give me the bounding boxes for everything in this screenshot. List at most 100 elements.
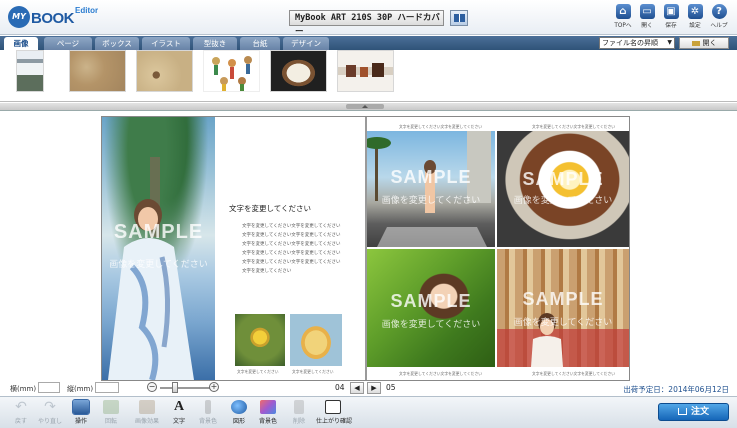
- tab-boxes[interactable]: ボックス: [95, 37, 139, 50]
- text-body-line[interactable]: 文字を変更してください文字を変更してください: [242, 232, 340, 238]
- rotate-button[interactable]: 回転: [97, 400, 125, 425]
- zoom-slider-track[interactable]: [160, 387, 210, 389]
- text-body-line[interactable]: 文字を変更してください文字を変更してください: [242, 250, 340, 256]
- panel-resize-bar[interactable]: [0, 103, 737, 111]
- order-button[interactable]: 注文: [658, 403, 729, 421]
- image-effect-button[interactable]: 画像効果: [133, 400, 161, 425]
- preview-button[interactable]: 仕上がり確認: [316, 400, 353, 425]
- save-button[interactable]: ▣ 保存: [661, 4, 681, 29]
- sample-watermark-sub: 画像を変更してください: [109, 260, 208, 270]
- text-bg-color-button[interactable]: 背景色: [194, 400, 222, 425]
- text-body-line[interactable]: 文字を変更してください文字を変更してください: [242, 259, 340, 265]
- width-input[interactable]: [38, 382, 60, 393]
- left-page[interactable]: SAMPLE 画像を変更してください 文字を変更してください 文字を変更してくだ…: [102, 117, 365, 380]
- top-button[interactable]: ⌂ TOPへ: [613, 4, 633, 29]
- help-label: ヘルプ: [710, 22, 728, 29]
- zoom-out-icon[interactable]: −: [147, 382, 157, 392]
- left-page-portrait-photo[interactable]: SAMPLE 画像を変更してください: [102, 117, 215, 380]
- background-color-icon: [260, 400, 276, 414]
- right-page-number: 05: [386, 383, 396, 392]
- tab-cutouts[interactable]: 型抜き: [193, 37, 237, 50]
- tab-design-mounts[interactable]: デザイン台紙: [283, 37, 329, 61]
- redo-icon: ↷: [44, 399, 56, 415]
- shape-label: 図形: [232, 418, 245, 425]
- thumbnail-beach-sand[interactable]: [136, 50, 193, 92]
- thumbnail-hula-illustrations[interactable]: [203, 50, 260, 92]
- text-body-line[interactable]: 文字を変更してください文字を変更してください: [242, 241, 340, 247]
- thumbnail-clock-tower[interactable]: [16, 50, 44, 92]
- right-page-street-photo[interactable]: SAMPLE 画像を変更してください: [367, 131, 495, 247]
- home-icon: ⌂: [615, 4, 631, 19]
- caption-text[interactable]: 文字を変更してください: [292, 369, 334, 375]
- settings-label: 設定: [689, 22, 701, 29]
- text-bg-color-icon: [205, 400, 211, 414]
- operate-label: 操作: [74, 418, 87, 425]
- zoom-in-icon[interactable]: +: [209, 382, 219, 392]
- logo-my-badge: MY: [8, 6, 30, 28]
- thumbnail-interior[interactable]: [337, 50, 394, 92]
- thumbnail-sand-texture[interactable]: [69, 50, 126, 92]
- shape-button[interactable]: 図形: [225, 400, 253, 425]
- tab-images[interactable]: 画像: [4, 37, 38, 50]
- height-label: 縦(mm): [67, 385, 94, 393]
- undo-label: 戻す: [14, 418, 27, 425]
- sample-watermark-sub: 画像を変更してください: [513, 318, 613, 328]
- caption-text[interactable]: 文字を変更してください文字を変更してください: [399, 124, 482, 130]
- sort-order-select[interactable]: ファイル名の昇順 ▼: [599, 37, 675, 49]
- preview-label: 仕上がり確認: [316, 418, 353, 425]
- tab-pages[interactable]: ページ: [44, 37, 92, 50]
- thumbnail-food-plate[interactable]: [270, 50, 327, 92]
- right-page[interactable]: 文字を変更してください文字を変更してください 文字を変更してください文字を変更し…: [367, 117, 629, 380]
- mybook-editor-logo[interactable]: MY BOOK Editor: [8, 6, 98, 28]
- sample-watermark: SAMPLE: [390, 167, 472, 187]
- collapse-handle-icon[interactable]: [346, 104, 384, 109]
- background-color-button[interactable]: 背景色: [254, 400, 282, 425]
- rotate-label: 回転: [104, 418, 117, 425]
- cart-icon: [677, 408, 687, 415]
- left-page-food-photo[interactable]: [290, 314, 342, 366]
- sort-order-value: ファイル名の昇順: [602, 39, 658, 47]
- help-button[interactable]: ? ヘルプ: [709, 4, 729, 29]
- trash-icon: [294, 400, 304, 414]
- logo-book-text: BOOK: [31, 10, 75, 27]
- open-file-button[interactable]: ▭ 開く: [637, 4, 657, 29]
- undo-button[interactable]: ↶ 戻す: [7, 400, 35, 425]
- text-body-line[interactable]: 文字を変更してください: [242, 268, 291, 274]
- right-page-leaf-portrait-photo[interactable]: SAMPLE 画像を変更してください: [367, 249, 495, 367]
- tab-mounts[interactable]: 台紙: [240, 37, 280, 50]
- top-button-label: TOPへ: [614, 22, 632, 29]
- redo-button[interactable]: ↷ やり直し: [36, 400, 64, 425]
- caption-text[interactable]: 文字を変更してください文字を変更してください: [532, 124, 615, 130]
- book-info-icon[interactable]: [450, 10, 468, 26]
- settings-button[interactable]: ✲ 設定: [685, 4, 705, 29]
- folder-icon: [691, 40, 700, 46]
- text-body-line[interactable]: 文字を変更してください文字を変更してください: [242, 223, 340, 229]
- text-icon: A: [173, 399, 185, 414]
- caption-text[interactable]: 文字を変更してください: [237, 369, 279, 375]
- shape-icon: [231, 400, 247, 414]
- gear-icon: ✲: [687, 4, 703, 19]
- sample-watermark-sub: 画像を変更してください: [513, 196, 613, 206]
- text-button[interactable]: A 文字: [165, 399, 193, 426]
- caption-text[interactable]: 文字を変更してください文字を変更してください: [399, 371, 482, 377]
- zoom-slider-handle[interactable]: [172, 382, 178, 393]
- header-toolbar: ⌂ TOPへ ▭ 開く ▣ 保存 ✲ 設定 ? ヘルプ: [613, 4, 729, 29]
- delete-button[interactable]: 削除: [285, 400, 313, 425]
- caption-text[interactable]: 文字を変更してください文字を変更してください: [532, 371, 615, 377]
- prev-page-button[interactable]: ◀: [350, 382, 364, 394]
- book-title-field[interactable]: MyBook ART 210S 30P ハードカバー: [289, 10, 444, 37]
- right-page-locomoco-photo[interactable]: SAMPLE 画像を変更してください: [497, 131, 629, 247]
- operate-button[interactable]: 操作: [67, 399, 95, 425]
- open-images-button[interactable]: 開く: [679, 37, 729, 49]
- tab-illustrations[interactable]: イラスト: [142, 37, 190, 50]
- left-page-flower-photo[interactable]: [235, 314, 285, 366]
- right-page-shop-photo[interactable]: SAMPLE 画像を変更してください: [497, 249, 629, 367]
- text-heading[interactable]: 文字を変更してください: [229, 203, 311, 214]
- hula-illustration-icon: [212, 56, 252, 91]
- height-input[interactable]: [95, 382, 119, 393]
- open-icon: ▭: [639, 4, 655, 19]
- chevron-down-icon: ▼: [667, 39, 672, 46]
- next-page-button[interactable]: ▶: [367, 382, 381, 394]
- undo-icon: ↶: [15, 399, 27, 415]
- book-preview-icon: [325, 400, 341, 414]
